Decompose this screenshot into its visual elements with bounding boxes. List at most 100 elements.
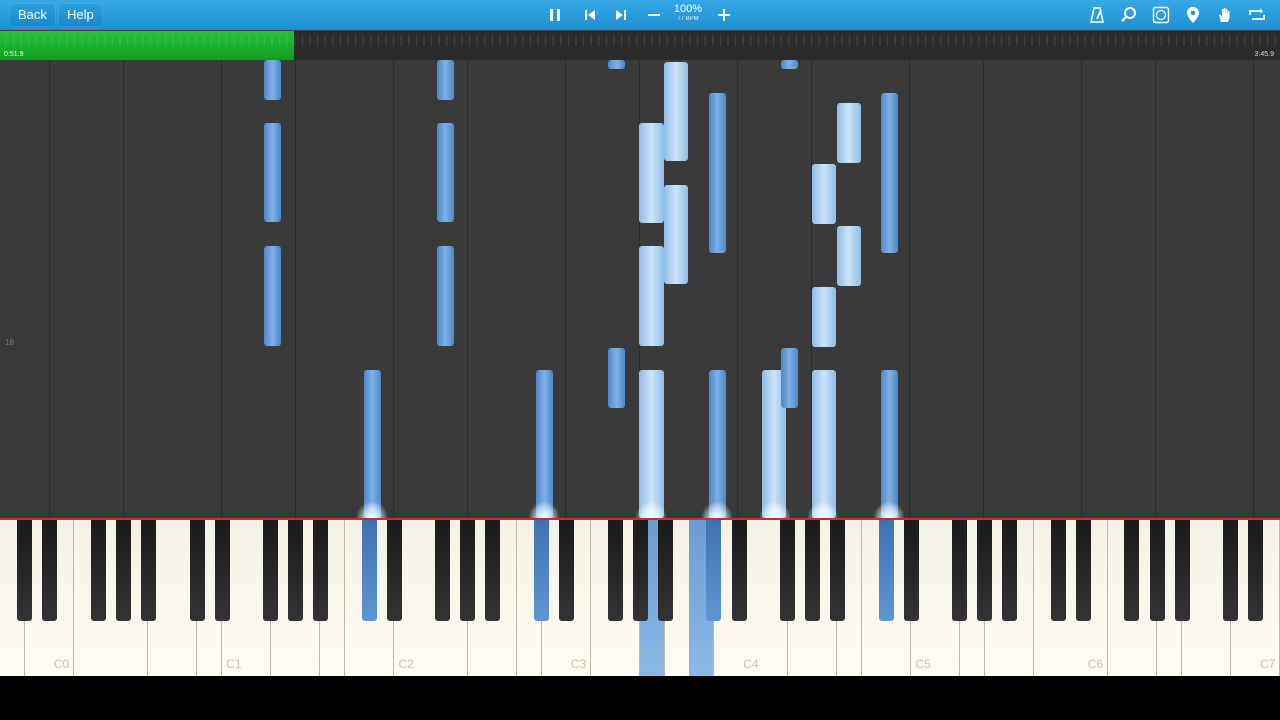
note-bar	[812, 287, 836, 347]
piano-keyboard[interactable]: C0 C1 C2 C3 C4 C5 C6 C7	[0, 520, 1280, 676]
black-key[interactable]	[632, 520, 648, 621]
elapsed-time: 0:51.9	[4, 51, 24, 58]
octave-label: C4	[743, 657, 759, 671]
note-bar	[608, 60, 625, 69]
octave-label: C5	[915, 657, 931, 671]
hand-icon[interactable]	[1213, 3, 1237, 27]
back-button[interactable]: Back	[9, 3, 56, 27]
octave-label: C1	[226, 657, 242, 671]
timeline-ticks	[5, 35, 1276, 46]
search-icon[interactable]	[1117, 3, 1141, 27]
black-key[interactable]	[288, 520, 303, 621]
help-button[interactable]: Help	[58, 3, 103, 27]
note-bar	[709, 93, 726, 253]
black-key[interactable]	[140, 520, 156, 621]
black-key[interactable]	[115, 520, 131, 621]
black-key[interactable]	[706, 520, 722, 621]
octave-label: C2	[398, 657, 414, 671]
black-key[interactable]	[731, 520, 747, 621]
black-key[interactable]	[90, 520, 106, 621]
grid-line	[393, 60, 394, 518]
black-key[interactable]	[977, 520, 993, 621]
pause-icon[interactable]	[543, 3, 567, 27]
black-key[interactable]	[903, 520, 919, 621]
black-key[interactable]	[485, 520, 501, 621]
note-bar	[812, 164, 836, 224]
note-bar	[364, 370, 381, 518]
location-icon[interactable]	[1181, 3, 1205, 27]
black-key[interactable]	[1174, 520, 1190, 621]
black-key[interactable]	[435, 520, 451, 621]
grid-line	[909, 60, 910, 518]
key-hit-glow	[808, 502, 838, 518]
black-key[interactable]	[1051, 520, 1067, 621]
black-key[interactable]	[534, 520, 550, 621]
grid-line	[565, 60, 566, 518]
zoom-out-icon[interactable]	[642, 3, 666, 27]
grid-line	[467, 60, 468, 518]
black-key[interactable]	[1076, 520, 1092, 621]
note-bar	[881, 370, 898, 518]
song-progress-bar[interactable]: 0:51.9 3:45.9	[0, 30, 1280, 60]
note-bar	[437, 246, 454, 346]
black-key[interactable]	[1002, 520, 1018, 621]
skip-forward-icon[interactable]	[609, 3, 633, 27]
grid-line	[983, 60, 984, 518]
black-key[interactable]	[361, 520, 377, 621]
black-key[interactable]	[657, 520, 673, 621]
note-bar	[837, 103, 861, 163]
toolbar: Back Help 100% 77 BPM	[0, 0, 1280, 30]
black-key[interactable]	[804, 520, 820, 621]
black-key[interactable]	[559, 520, 575, 621]
black-key[interactable]	[214, 520, 230, 621]
bottom-bar	[0, 676, 1280, 720]
black-key[interactable]	[17, 520, 33, 621]
tempo-readout: 77 BPM	[677, 16, 699, 22]
note-bar	[881, 93, 898, 253]
black-key[interactable]	[1223, 520, 1239, 621]
black-key[interactable]	[42, 520, 58, 621]
note-bar	[664, 62, 688, 161]
note-bar	[837, 226, 861, 286]
loop-icon[interactable]	[1245, 3, 1269, 27]
octave-label: C0	[53, 657, 70, 671]
black-key[interactable]	[313, 520, 329, 621]
grid-line	[221, 60, 222, 518]
note-bar	[781, 348, 798, 408]
note-bar	[664, 185, 688, 284]
key-hit-glow	[874, 502, 904, 518]
grid-line	[49, 60, 50, 518]
note-bar	[781, 60, 798, 69]
black-key[interactable]	[952, 520, 968, 621]
black-key[interactable]	[189, 520, 205, 621]
grid-line	[295, 60, 296, 518]
grid-line	[123, 60, 124, 518]
black-key[interactable]	[1248, 520, 1264, 621]
grid-line	[737, 60, 738, 518]
note-bar	[437, 60, 454, 100]
note-bar	[812, 370, 836, 518]
note-bar	[639, 370, 664, 518]
black-key[interactable]	[878, 520, 894, 621]
zoom-in-icon[interactable]	[712, 3, 736, 27]
black-key[interactable]	[830, 520, 846, 621]
note-bar	[709, 370, 726, 518]
key-hit-glow	[760, 502, 790, 518]
black-key[interactable]	[386, 520, 402, 621]
octave-label: C3	[570, 657, 587, 671]
grid-line	[1155, 60, 1156, 518]
octave-label: C6	[1087, 657, 1104, 671]
note-bar	[639, 123, 664, 223]
skip-back-icon[interactable]	[578, 3, 602, 27]
black-key[interactable]	[460, 520, 476, 621]
black-key[interactable]	[1149, 520, 1165, 621]
metronome-icon[interactable]	[1085, 3, 1109, 27]
black-key[interactable]	[607, 520, 623, 621]
black-key[interactable]	[262, 520, 278, 621]
note-bar	[536, 370, 553, 518]
total-time: 3:45.9	[1254, 51, 1274, 58]
sheet-music-icon[interactable]	[1149, 3, 1173, 27]
grid-line	[1253, 60, 1254, 518]
black-key[interactable]	[1124, 520, 1140, 621]
black-key[interactable]	[779, 520, 795, 621]
